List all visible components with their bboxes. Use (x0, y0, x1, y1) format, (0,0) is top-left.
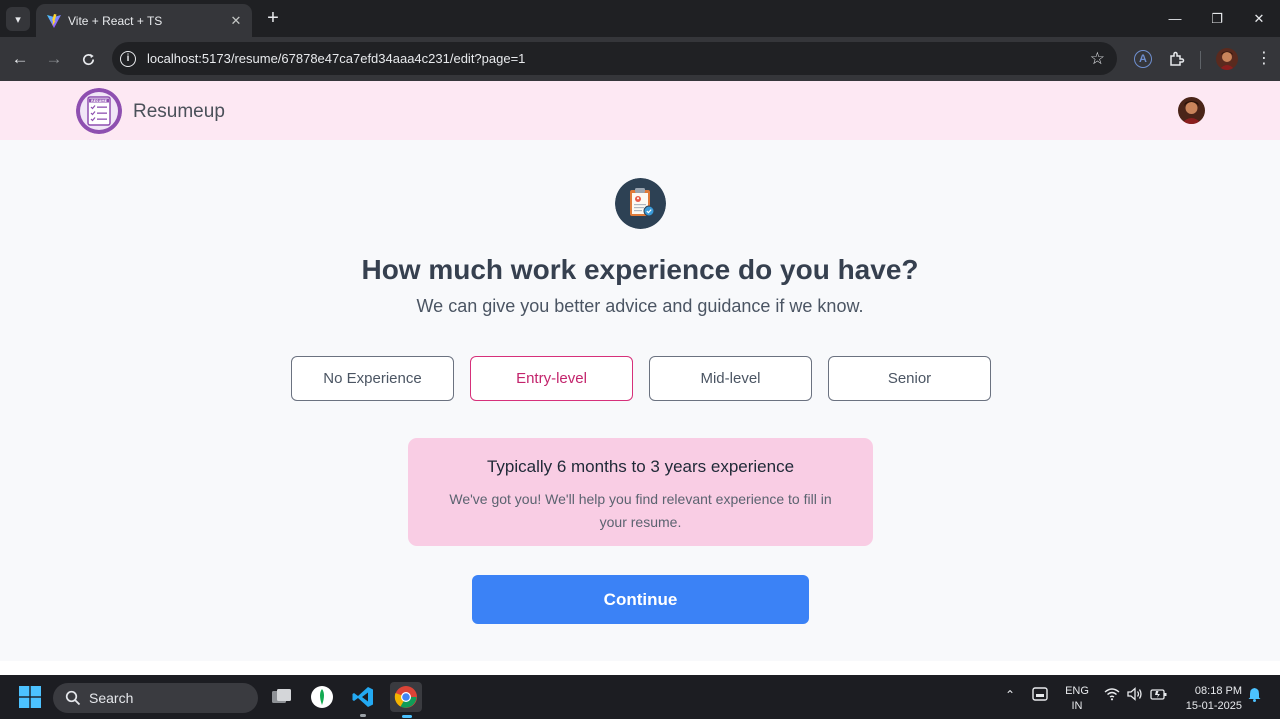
show-hidden-icons-icon[interactable]: ⌃ (1005, 688, 1015, 702)
brand-name[interactable]: Resumeup (133, 101, 225, 123)
windows-start-icon[interactable] (19, 686, 41, 708)
close-window-button[interactable]: ✕ (1238, 0, 1280, 37)
extensions-puzzle-icon[interactable] (1166, 48, 1188, 70)
vite-favicon-icon (46, 13, 62, 29)
page-title: How much work experience do you have? (361, 254, 919, 285)
option-senior[interactable]: Senior (828, 356, 991, 401)
browser-tab-bar: ▾ Vite + React + TS ✕ + — ❐ ✕ (0, 0, 1280, 37)
arrow-right-icon: → (45, 49, 63, 68)
back-button[interactable]: ← (8, 47, 32, 71)
address-bar[interactable]: i localhost:5173/resume/67878e47ca7efd34… (112, 42, 1117, 75)
browser-menu-button[interactable]: ⋮ (1256, 49, 1272, 69)
site-info-icon[interactable]: i (120, 50, 136, 67)
clock-time: 08:18 PM (1194, 685, 1242, 697)
clipboard-resume-icon (615, 178, 666, 229)
info-card-title: Typically 6 months to 3 years experience (486, 457, 795, 476)
profile-avatar[interactable] (1216, 48, 1238, 70)
chrome-icon[interactable] (390, 682, 422, 718)
forward-button[interactable]: → (42, 47, 66, 71)
reload-icon (82, 53, 94, 65)
system-clock[interactable]: 08:18 PM 15-01-2025 (1178, 684, 1242, 714)
windows-taskbar: Search ⌃ ENG IN 08:18 PM 15-01-2025 (0, 675, 1280, 719)
running-indicator (360, 714, 366, 717)
reload-button[interactable] (76, 47, 100, 71)
minimize-button[interactable]: — (1154, 0, 1196, 37)
toolbar-separator (1200, 51, 1201, 69)
info-card-body: We've got you! We'll help you find relev… (449, 491, 832, 530)
task-view-icon[interactable] (268, 683, 296, 711)
chevron-down-icon: ▾ (15, 13, 21, 26)
close-tab-icon[interactable]: ✕ (228, 13, 244, 29)
display-icon[interactable] (1032, 687, 1048, 704)
browser-tab[interactable]: Vite + React + TS ✕ (36, 4, 252, 37)
resumeup-logo[interactable]: RESUME (76, 88, 122, 134)
main-content: How much work experience do you have? We… (0, 140, 1280, 661)
taskbar-search[interactable]: Search (53, 683, 258, 713)
language-indicator[interactable]: ENG IN (1063, 684, 1091, 714)
option-mid-level[interactable]: Mid-level (649, 356, 812, 401)
arrow-left-icon: ← (11, 49, 29, 68)
vscode-icon[interactable] (349, 683, 377, 717)
search-icon (65, 690, 81, 706)
bookmark-star-icon[interactable]: ☆ (1090, 49, 1105, 69)
notification-bell-icon[interactable] (1248, 687, 1261, 705)
experience-options: No Experience Entry-level Mid-level Seni… (291, 356, 991, 401)
option-entry-level[interactable]: Entry-level (470, 356, 633, 401)
browser-toolbar: ← → i localhost:5173/resume/67878e47ca7e… (0, 37, 1280, 81)
page-subtitle: We can give you better advice and guidan… (416, 296, 864, 316)
battery-icon[interactable] (1150, 687, 1168, 704)
restore-button[interactable]: ❐ (1196, 0, 1238, 37)
region-code: IN (1071, 700, 1083, 712)
app-header: RESUME Resumeup (0, 81, 1280, 140)
user-avatar[interactable] (1178, 97, 1205, 124)
mongodb-compass-icon[interactable] (308, 683, 336, 711)
url-text[interactable]: localhost:5173/resume/67878e47ca7efd34aa… (147, 51, 1090, 66)
volume-icon[interactable] (1127, 687, 1143, 704)
logo-text: RESUME (91, 99, 107, 103)
search-label: Search (89, 690, 134, 706)
option-no-experience[interactable]: No Experience (291, 356, 454, 401)
tab-search-button[interactable]: ▾ (6, 7, 30, 31)
new-tab-button[interactable]: + (262, 7, 284, 29)
window-controls: — ❐ ✕ (1154, 0, 1280, 37)
page-bottom-strip (0, 661, 1280, 675)
wifi-icon[interactable] (1104, 687, 1120, 704)
clock-date: 15-01-2025 (1185, 700, 1242, 712)
experience-info-card: Typically 6 months to 3 years experience… (408, 438, 873, 546)
active-indicator (402, 715, 412, 718)
tab-title: Vite + React + TS (68, 13, 163, 28)
continue-button[interactable]: Continue (472, 575, 809, 624)
language-code: ENG (1065, 685, 1089, 697)
extension-a-icon[interactable]: A (1134, 50, 1152, 68)
